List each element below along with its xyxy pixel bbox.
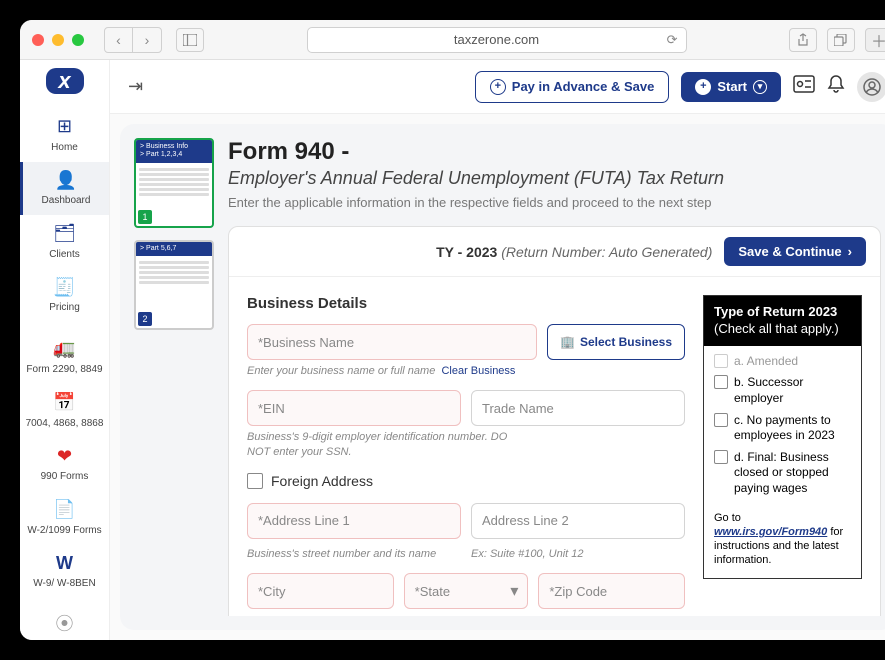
nav-clients[interactable]: 🗂Clients	[20, 215, 109, 269]
opt-a-checkbox[interactable]	[714, 354, 728, 368]
state-select[interactable]	[404, 573, 529, 609]
home-icon: ⊞	[57, 116, 72, 138]
start-button[interactable]: + Start ▾	[681, 72, 781, 102]
bell-icon[interactable]	[827, 74, 845, 100]
new-tab-button[interactable]: ＋	[865, 28, 885, 52]
plus-icon: +	[490, 79, 506, 95]
tabs-icon[interactable]	[827, 28, 855, 52]
type-return-subtitle: (Check all that apply.)	[714, 321, 839, 336]
page-description: Enter the applicable information in the …	[228, 195, 881, 210]
business-name-input[interactable]	[247, 324, 537, 360]
topbar: ⇥ + Pay in Advance & Save + Start ▾	[110, 60, 885, 114]
nav-home[interactable]: ⊞Home	[20, 108, 109, 162]
opt-c-checkbox[interactable]	[714, 413, 728, 427]
nav-pricing[interactable]: 🧾Pricing	[20, 269, 109, 323]
nav-form2290[interactable]: 🚛Form 2290, 8849	[20, 330, 109, 384]
w-icon: W	[56, 553, 73, 575]
clear-business-link[interactable]: Clear Business	[441, 365, 515, 377]
addr1-hint: Business's street number and its name	[247, 547, 461, 561]
thumb-1[interactable]: > Business Info> Part 1,2,3,4 1	[134, 138, 214, 228]
ein-hint: Business's 9-digit employer identificati…	[247, 430, 510, 459]
address2-input[interactable]	[471, 503, 685, 539]
dashboard-icon: 👤	[55, 170, 77, 192]
type-return-footer: Go to www.irs.gov/Form940 for instructio…	[704, 511, 861, 578]
nav-7004[interactable]: 📅7004, 4868, 8868	[20, 384, 109, 438]
app-logo[interactable]: x	[46, 68, 84, 94]
city-input[interactable]	[247, 573, 394, 609]
type-return-title: Type of Return 2023	[714, 304, 837, 319]
avatar[interactable]	[857, 72, 885, 102]
thumb-2[interactable]: > Part 5,6,7 2	[134, 240, 214, 330]
url-bar[interactable]: taxzerone.com ⟳	[307, 27, 687, 53]
nav-w9[interactable]: WW-9/ W-8BEN	[20, 545, 109, 599]
page-thumbnails: > Business Info> Part 1,2,3,4 1 > Part 5…	[134, 138, 214, 616]
plus-icon: +	[695, 79, 711, 95]
back-button[interactable]: ‹	[105, 28, 133, 52]
clients-icon: 🗂	[53, 223, 76, 245]
share-icon[interactable]	[789, 28, 817, 52]
truck-icon: 🚛	[53, 338, 75, 360]
chevron-right-icon: ›	[848, 244, 852, 259]
ein-input[interactable]	[247, 390, 461, 426]
business-name-hint: Enter your business name or full name Cl…	[247, 364, 685, 378]
page-title: Form 940 -	[228, 138, 881, 166]
form-header: TY - 2023 (Return Number: Auto Generated…	[229, 227, 880, 277]
close-window[interactable]	[32, 34, 44, 46]
heart-icon: ❤	[57, 446, 72, 468]
support-icon: ⦿	[56, 614, 74, 636]
opt-b-checkbox[interactable]	[714, 375, 728, 389]
refresh-icon[interactable]: ⟳	[667, 32, 678, 48]
type-of-return-box: Type of Return 2023 (Check all that appl…	[703, 295, 862, 579]
browser-window: ‹ › taxzerone.com ⟳ ＋ x ⊞Home 👤Dashboard…	[20, 20, 885, 640]
form-page: Form 940 - Employer's Annual Federal Une…	[228, 138, 881, 616]
pay-advance-button[interactable]: + Pay in Advance & Save	[475, 71, 670, 103]
building-icon: 🏢	[560, 335, 575, 349]
doc-icon: 📄	[53, 499, 75, 521]
pricing-icon: 🧾	[53, 277, 75, 299]
page-subtitle: Employer's Annual Federal Unemployment (…	[228, 168, 881, 189]
maximize-window[interactable]	[72, 34, 84, 46]
irs-link[interactable]: www.irs.gov/Form940	[714, 526, 827, 538]
nav-dashboard[interactable]: 👤Dashboard	[20, 162, 109, 216]
form-card: TY - 2023 (Return Number: Auto Generated…	[228, 226, 881, 616]
save-continue-button[interactable]: Save & Continue ›	[724, 237, 866, 266]
minimize-window[interactable]	[52, 34, 64, 46]
opt-d-checkbox[interactable]	[714, 450, 728, 464]
address1-input[interactable]	[247, 503, 461, 539]
addr2-hint: Ex: Suite #100, Unit 12	[471, 547, 685, 561]
sidebar: x ⊞Home 👤Dashboard 🗂Clients 🧾Pricing 🚛Fo…	[20, 60, 110, 640]
forward-button[interactable]: ›	[133, 28, 161, 52]
window-controls	[32, 34, 84, 46]
titlebar: ‹ › taxzerone.com ⟳ ＋	[20, 20, 885, 60]
url-text: taxzerone.com	[454, 32, 539, 47]
select-business-button[interactable]: 🏢 Select Business	[547, 324, 685, 360]
zip-input[interactable]	[538, 573, 685, 609]
foreign-address-label: Foreign Address	[271, 473, 373, 489]
nav-990[interactable]: ❤990 Forms	[20, 438, 109, 492]
nav-arrows: ‹ ›	[104, 27, 162, 53]
calendar-icon: 📅	[53, 392, 75, 414]
foreign-address-checkbox[interactable]	[247, 473, 263, 489]
menu-toggle-icon[interactable]: ⇥	[128, 76, 143, 97]
trade-name-input[interactable]	[471, 390, 685, 426]
sidebar-toggle-icon[interactable]	[176, 28, 204, 52]
section-title: Business Details	[247, 295, 685, 312]
badge-icon[interactable]	[793, 75, 815, 99]
nav-support[interactable]: ⦿Support	[20, 606, 109, 640]
nav-w2-1099[interactable]: 📄W-2/1099 Forms	[20, 491, 109, 545]
chevron-down-icon: ▾	[753, 80, 767, 94]
